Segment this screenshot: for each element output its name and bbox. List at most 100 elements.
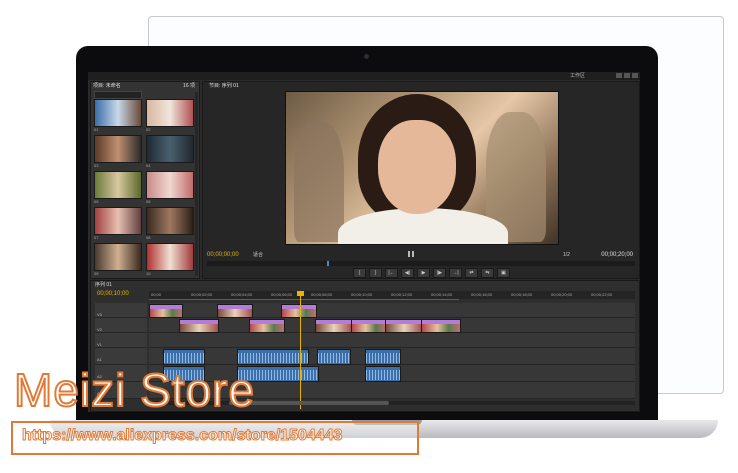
timeline-ruler[interactable]: 00;00 00;00;02;00 00;00;04;00 00;00;06;0… bbox=[149, 291, 635, 299]
monitor-playhead[interactable] bbox=[327, 261, 329, 266]
clip-thumbnail bbox=[94, 243, 142, 271]
program-monitor-panel: 节目: 序列 01 00;00;00;00 适合 1/2 00;00;20;00… bbox=[202, 81, 640, 279]
audio-clip[interactable] bbox=[365, 349, 401, 365]
video-clip[interactable] bbox=[315, 319, 353, 333]
project-clip[interactable]: 07 bbox=[94, 207, 142, 241]
clip-label: 07 bbox=[94, 235, 99, 240]
timeline-tab[interactable]: 序列 01 bbox=[95, 281, 112, 289]
duration-timecode: 00;00;20;00 bbox=[601, 252, 633, 258]
ruler-tick: 00;00;10;00 bbox=[351, 292, 373, 297]
project-scrollbar[interactable] bbox=[195, 92, 198, 276]
clip-thumbnail bbox=[94, 207, 142, 235]
video-preview[interactable] bbox=[285, 91, 559, 245]
store-brand-watermark: Meizi Store bbox=[13, 363, 256, 417]
close-icon[interactable] bbox=[632, 73, 638, 78]
video-clip[interactable] bbox=[149, 304, 183, 318]
ruler-tick: 00;00;12;00 bbox=[391, 292, 413, 297]
play-button[interactable]: ▶ bbox=[417, 268, 430, 278]
track-name: A1 bbox=[97, 357, 102, 362]
clip-thumbnail bbox=[146, 99, 194, 127]
project-clip[interactable]: 01 bbox=[94, 99, 142, 133]
clip-label: 02 bbox=[146, 127, 151, 132]
audio-clip[interactable] bbox=[317, 349, 351, 365]
mark-in-button[interactable]: { bbox=[353, 268, 366, 278]
webcam-icon bbox=[364, 54, 369, 59]
video-clip[interactable] bbox=[281, 304, 317, 318]
minimize-icon[interactable] bbox=[616, 73, 622, 78]
pause-icon[interactable] bbox=[408, 251, 414, 257]
clip-thumbnail bbox=[146, 243, 194, 271]
project-clip[interactable]: 06 bbox=[146, 171, 194, 205]
clip-thumbnail bbox=[146, 171, 194, 199]
project-panel: 项目: 未命名 16 项 Videos.prproj 01 02 03 04 bbox=[90, 81, 200, 279]
timeline-timecode[interactable]: 00;00;10;00 bbox=[97, 290, 129, 298]
maximize-icon[interactable] bbox=[624, 73, 630, 78]
ruler-tick: 00;00;22;00 bbox=[591, 292, 613, 297]
track-lane-v2[interactable] bbox=[149, 318, 635, 333]
track-header-v1[interactable]: V1 bbox=[95, 333, 147, 348]
ruler-tick: 00;00;02;00 bbox=[191, 292, 213, 297]
store-url-text: https://www.aliexpress.com/store/1504443 bbox=[21, 427, 343, 445]
app-title-bar: 工作区 bbox=[88, 72, 640, 80]
audio-clip[interactable] bbox=[365, 366, 401, 382]
clip-thumbnail bbox=[94, 171, 142, 199]
track-lane-v3[interactable] bbox=[149, 303, 635, 318]
ruler-tick: 00;00;20;00 bbox=[551, 292, 573, 297]
track-header-a1[interactable]: A1 bbox=[95, 348, 147, 365]
monitor-time-ruler[interactable] bbox=[207, 261, 635, 266]
project-panel-tab[interactable]: 项目: 未命名 bbox=[93, 82, 121, 90]
subject-face bbox=[378, 120, 456, 214]
project-clip[interactable]: 09 bbox=[94, 243, 142, 277]
video-clip[interactable] bbox=[351, 319, 387, 333]
lift-button[interactable]: ⇄ bbox=[465, 268, 478, 278]
fit-dropdown[interactable]: 适合 bbox=[253, 251, 263, 259]
ruler-tick: 00;00;18;00 bbox=[511, 292, 533, 297]
ruler-tick: 00;00;08;00 bbox=[311, 292, 333, 297]
audio-clip[interactable] bbox=[237, 349, 309, 365]
go-to-out-button[interactable]: →| bbox=[449, 268, 462, 278]
clip-thumbnail bbox=[146, 207, 194, 235]
project-clip[interactable]: 08 bbox=[146, 207, 194, 241]
track-header-v3[interactable]: V3 bbox=[95, 303, 147, 318]
render-bar bbox=[149, 299, 459, 300]
step-forward-button[interactable]: |▶ bbox=[433, 268, 446, 278]
clip-thumbnail bbox=[94, 135, 142, 163]
project-clip[interactable]: 10 bbox=[146, 243, 194, 277]
video-clip[interactable] bbox=[217, 304, 253, 318]
extract-button[interactable]: ⇆ bbox=[481, 268, 494, 278]
ruler-tick: 00;00;16;00 bbox=[471, 292, 493, 297]
resolution-dropdown[interactable]: 1/2 bbox=[563, 251, 570, 259]
project-item-count: 16 项 bbox=[183, 83, 195, 89]
go-to-in-button[interactable]: |← bbox=[385, 268, 398, 278]
project-clip[interactable]: 05 bbox=[94, 171, 142, 205]
workspace-selector[interactable]: 工作区 bbox=[570, 72, 585, 80]
track-lane-v1[interactable] bbox=[149, 333, 635, 348]
ruler-tick: 00;00;14;00 bbox=[431, 292, 453, 297]
project-search-input[interactable]: Videos.prproj bbox=[94, 91, 142, 106]
track-header-v2[interactable]: V2 bbox=[95, 318, 147, 333]
clip-label: 01 bbox=[94, 127, 99, 132]
step-back-button[interactable]: ◀| bbox=[401, 268, 414, 278]
current-timecode[interactable]: 00;00;00;00 bbox=[207, 251, 239, 259]
project-clip[interactable]: 02 bbox=[146, 99, 194, 133]
timeline-playhead[interactable] bbox=[300, 293, 301, 409]
track-name: V2 bbox=[97, 327, 102, 332]
mark-out-button[interactable]: } bbox=[369, 268, 382, 278]
video-clip[interactable] bbox=[179, 319, 219, 333]
background-person bbox=[294, 122, 344, 242]
clip-thumbnail bbox=[94, 99, 142, 127]
ruler-tick: 00;00 bbox=[151, 292, 162, 297]
export-frame-button[interactable]: ▣ bbox=[497, 268, 510, 278]
video-clip[interactable] bbox=[421, 319, 461, 333]
clip-label: 09 bbox=[94, 271, 99, 276]
program-monitor-tab[interactable]: 节目: 序列 01 bbox=[209, 82, 239, 90]
clip-label: 10 bbox=[146, 271, 151, 276]
audio-clip[interactable] bbox=[163, 349, 205, 365]
project-clip[interactable]: 04 bbox=[146, 135, 194, 169]
video-clip[interactable] bbox=[249, 319, 285, 333]
video-clip[interactable] bbox=[385, 319, 423, 333]
track-lane-a1[interactable] bbox=[149, 348, 635, 365]
clip-label: 04 bbox=[146, 163, 151, 168]
clip-label: 06 bbox=[146, 199, 151, 204]
project-clip[interactable]: 03 bbox=[94, 135, 142, 169]
